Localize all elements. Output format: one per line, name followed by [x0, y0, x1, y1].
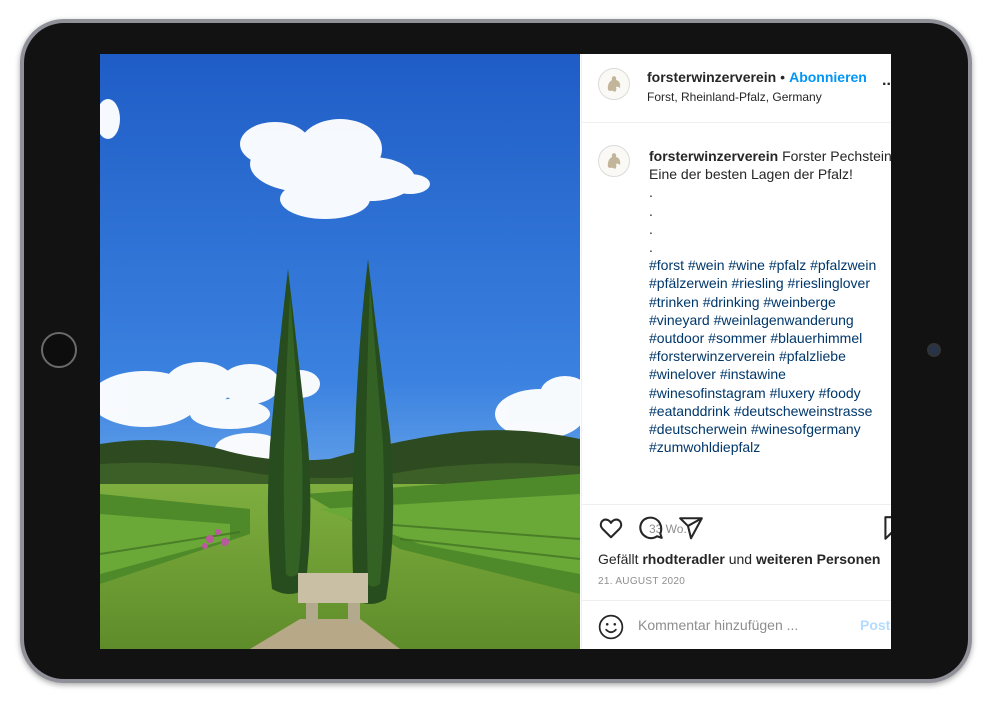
- post-header: forsterwinzerverein • Abonnieren Forst, Rh…: [582, 54, 891, 123]
- post-comment-button[interactable]: Posten: [860, 617, 891, 633]
- hashtag-line[interactable]: #pfälzerwein #riesling #rieslinglover: [649, 274, 889, 292]
- likes-and: und: [728, 551, 753, 567]
- avatar[interactable]: [598, 68, 630, 100]
- caption-line: Eine der besten Lagen der Pfalz!: [649, 166, 853, 183]
- likes-summary: Gefällt rhodteradler und weiteren Person…: [598, 551, 880, 567]
- caption-title: Forster Pechstein -: [782, 148, 891, 164]
- hashtag-list: #forst #wein #wine #pfalz #pfalzwein #pf…: [649, 256, 889, 456]
- emoji-icon[interactable]: [598, 614, 624, 640]
- caption-dot: .: [649, 239, 653, 256]
- comment-bar: Posten: [582, 600, 891, 649]
- vineyard-photo: [100, 54, 580, 649]
- hashtag-line[interactable]: #outdoor #sommer #blauerhimmel: [649, 329, 889, 347]
- caption-area: forsterwinzerverein Forster Pechstein - …: [582, 123, 891, 536]
- griffin-logo-icon: [607, 76, 621, 92]
- hashtag-line[interactable]: #eatanddrink #deutscheweinstrasse: [649, 402, 889, 420]
- hashtag-line[interactable]: #trinken #drinking #weinberge: [649, 293, 889, 311]
- post-date[interactable]: 21. AUGUST 2020: [598, 576, 685, 587]
- home-button[interactable]: [41, 332, 77, 368]
- hashtag-line[interactable]: #winesofinstagram #luxery #foody: [649, 384, 889, 402]
- caption-text: forsterwinzerverein Forster Pechstein - …: [649, 147, 891, 456]
- avatar[interactable]: [598, 145, 630, 177]
- separator-dot: •: [780, 69, 786, 85]
- instagram-post-screen: forsterwinzerverein • Abonnieren Forst, Rh…: [100, 54, 891, 649]
- more-options-icon[interactable]: ...: [882, 72, 891, 90]
- post-side-panel: forsterwinzerverein • Abonnieren Forst, Rh…: [581, 54, 891, 649]
- likes-others-link[interactable]: weiteren Personen: [756, 551, 881, 567]
- comment-input[interactable]: [638, 613, 828, 637]
- heart-icon[interactable]: [598, 515, 624, 541]
- front-camera: [927, 343, 941, 357]
- follow-button[interactable]: Abonnieren: [789, 69, 867, 85]
- username-link[interactable]: forsterwinzerverein: [647, 69, 776, 85]
- caption-dot: .: [649, 220, 653, 237]
- share-icon[interactable]: [678, 515, 704, 541]
- hashtag-line[interactable]: #vineyard #weinlagenwanderung: [649, 311, 889, 329]
- caption-dot: .: [649, 202, 653, 219]
- bookmark-icon[interactable]: [880, 515, 891, 541]
- caption-username[interactable]: forsterwinzerverein: [649, 148, 778, 164]
- action-section: Gefällt rhodteradler und weiteren Person…: [582, 504, 891, 649]
- likes-prefix: Gefällt: [598, 551, 639, 567]
- comment-icon[interactable]: [638, 515, 664, 541]
- hashtag-line[interactable]: #forst #wein #wine #pfalz #pfalzwein: [649, 256, 889, 274]
- griffin-logo-icon: [607, 153, 621, 169]
- post-photo[interactable]: [100, 54, 580, 649]
- hashtag-line[interactable]: #zumwohldiepfalz: [649, 438, 889, 456]
- caption-dot: .: [649, 184, 653, 201]
- location-link[interactable]: Forst, Rheinland-Pfalz, Germany: [647, 90, 822, 104]
- hashtag-line[interactable]: #forsterwinzerverein #pfalzliebe: [649, 347, 889, 365]
- liker-username[interactable]: rhodteradler: [642, 551, 724, 567]
- hashtag-line[interactable]: #deutscherwein #winesofgermany: [649, 420, 889, 438]
- hashtag-line[interactable]: #winelover #instawine: [649, 365, 889, 383]
